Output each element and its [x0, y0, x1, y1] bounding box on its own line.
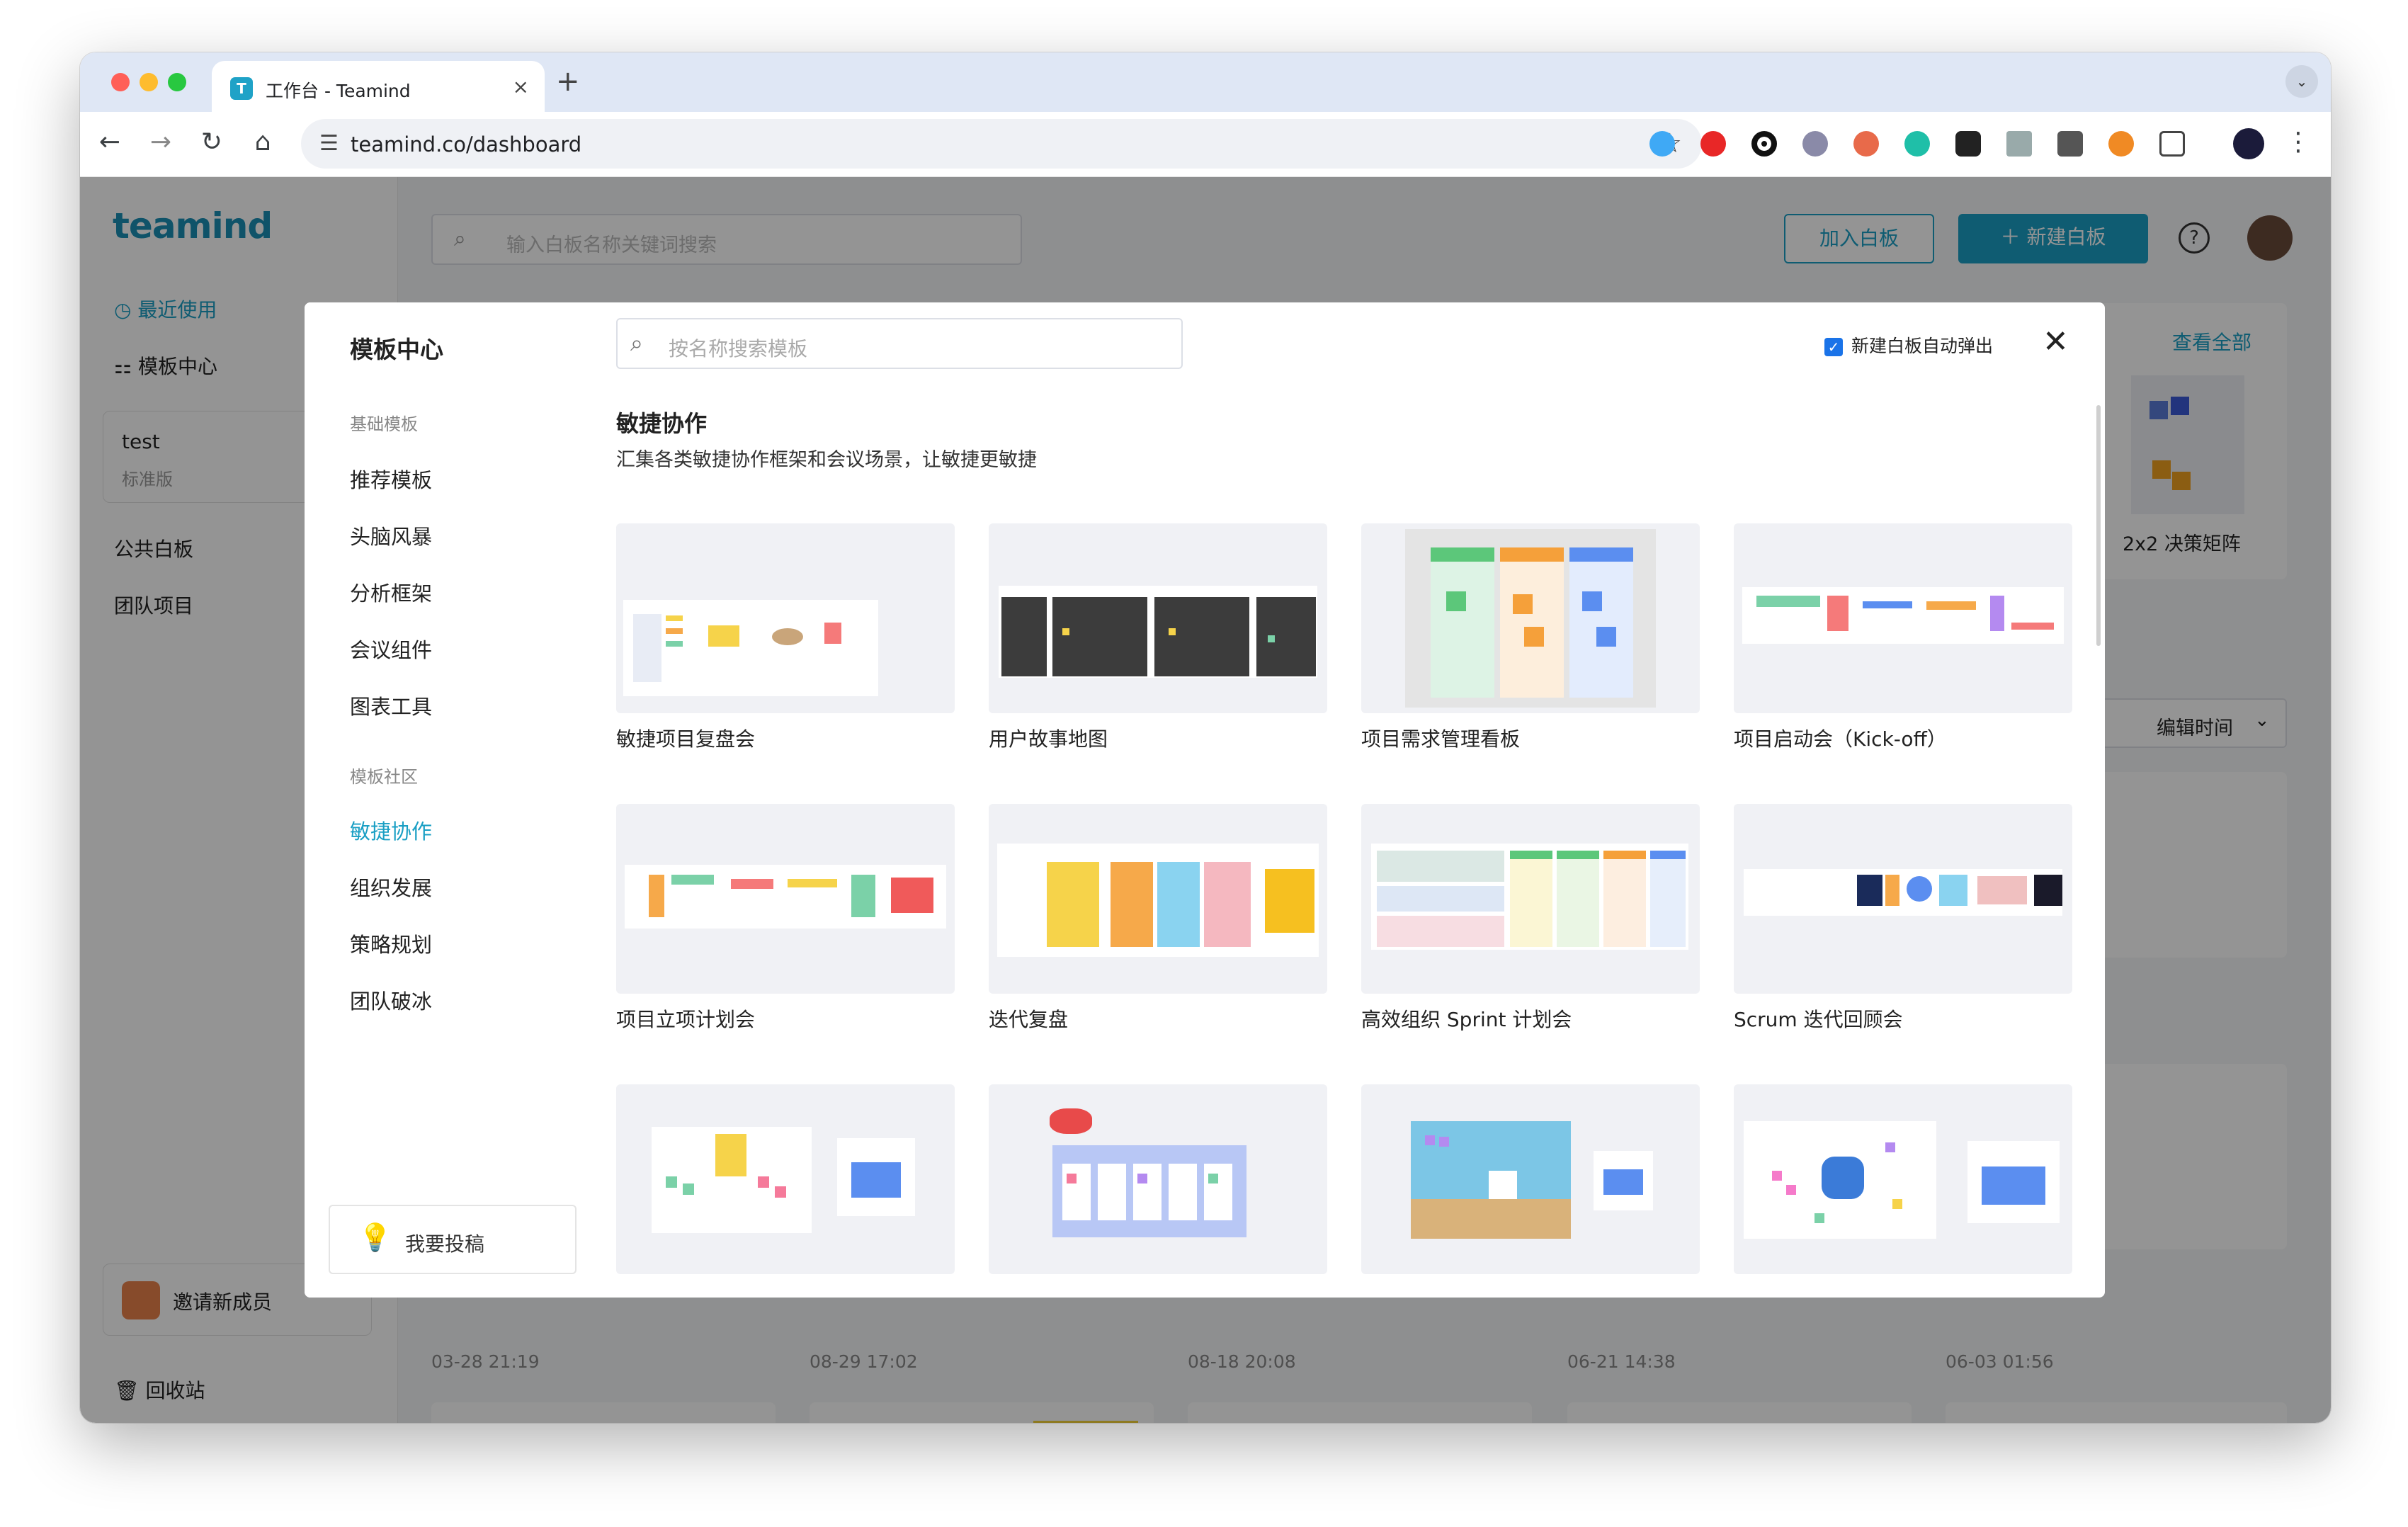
category-item-charts[interactable]: 图表工具 — [350, 691, 432, 720]
category-item-icebreak[interactable]: 团队破冰 — [350, 985, 432, 1015]
template-card[interactable] — [616, 523, 955, 713]
template-thumbnail — [1405, 529, 1656, 708]
template-card[interactable] — [1734, 523, 2072, 713]
tab-strip: T 工作台 - Teamind × + ⌄ — [80, 52, 2331, 112]
browser-toolbar: ← → ↻ ⌂ ☰ teamind.co/dashboard ☆ ⋮ — [80, 112, 2331, 177]
template-card[interactable] — [989, 804, 1327, 994]
template-card[interactable] — [1361, 1084, 1700, 1274]
home-icon[interactable]: ⌂ — [249, 127, 277, 157]
category-item-recommended[interactable]: 推荐模板 — [350, 464, 432, 494]
lightbulb-icon: 💡 — [358, 1222, 392, 1253]
search-icon: ⌕ — [630, 329, 643, 356]
template-card[interactable] — [1361, 523, 1700, 713]
template-thumbnail — [999, 586, 1317, 678]
extension-icon[interactable] — [1649, 131, 1675, 157]
tab-close-icon[interactable]: × — [513, 75, 529, 98]
reload-icon[interactable]: ↻ — [198, 127, 226, 157]
back-arrow-icon[interactable]: ← — [96, 127, 124, 157]
category-item-meeting[interactable]: 会议组件 — [350, 634, 432, 664]
template-category-sidebar: 模板中心 基础模板 推荐模板 头脑风暴 分析框架 会议组件 图表工具 模板社区 … — [305, 302, 586, 1298]
template-card[interactable] — [989, 523, 1327, 713]
template-thumbnail — [1411, 1121, 1571, 1239]
template-card[interactable] — [616, 804, 955, 994]
template-thumbnail — [623, 600, 878, 696]
category-item-brainstorm[interactable]: 头脑风暴 — [350, 521, 432, 550]
tab-title: 工作台 - Teamind — [266, 81, 411, 101]
forward-arrow-icon[interactable]: → — [147, 127, 175, 157]
minimize-window-button[interactable] — [140, 73, 158, 91]
category-description: 汇集各类敏捷协作框架和会议场景，让敏捷更敏捷 — [616, 449, 1037, 471]
template-thumbnail — [625, 865, 946, 929]
template-card[interactable] — [1734, 804, 2072, 994]
template-thumbnail — [1594, 1151, 1653, 1210]
template-thumbnail — [1742, 587, 2064, 644]
close-window-button[interactable] — [111, 73, 130, 91]
template-card[interactable] — [989, 1084, 1327, 1274]
modal-title: 模板中心 — [350, 336, 443, 363]
template-search-input[interactable]: ⌕ 按名称搜索模板 — [616, 318, 1183, 369]
template-caption: 用户故事地图 — [989, 727, 1108, 751]
template-thumbnail — [1967, 1141, 2060, 1223]
extension-icon[interactable] — [1904, 131, 1930, 157]
extension-icon[interactable] — [1700, 131, 1726, 157]
checkbox-checked-icon[interactable]: ✓ — [1824, 338, 1843, 356]
template-thumbnail — [1744, 1121, 1936, 1239]
teamind-favicon-icon: T — [230, 77, 253, 100]
url-text: teamind.co/dashboard — [351, 132, 582, 157]
extension-icon[interactable] — [2006, 131, 2032, 157]
template-caption: Scrum 迭代回顾会 — [1734, 1008, 1903, 1031]
profile-avatar-icon[interactable] — [2233, 128, 2264, 159]
template-thumbnail — [837, 1138, 915, 1216]
maximize-window-button[interactable] — [168, 73, 186, 91]
extension-icon[interactable] — [2057, 131, 2083, 157]
submit-label: 我要投稿 — [405, 1232, 485, 1256]
submit-template-button[interactable]: 💡 我要投稿 — [329, 1205, 577, 1274]
template-thumbnail — [997, 844, 1319, 957]
template-caption: 高效组织 Sprint 计划会 — [1361, 1008, 1572, 1031]
metamask-icon[interactable] — [2108, 131, 2134, 157]
template-center-modal: 模板中心 基础模板 推荐模板 头脑风暴 分析框架 会议组件 图表工具 模板社区 … — [305, 302, 2105, 1298]
extension-icon[interactable] — [1751, 131, 1777, 157]
template-card[interactable] — [616, 1084, 955, 1274]
template-caption: 项目立项计划会 — [616, 1008, 756, 1031]
extension-icon[interactable] — [1853, 131, 1879, 157]
category-item-analysis[interactable]: 分析框架 — [350, 577, 432, 607]
template-thumbnail — [1371, 844, 1688, 950]
kebab-menu-icon[interactable]: ⋮ — [2284, 127, 2312, 157]
browser-tab[interactable]: T 工作台 - Teamind × — [212, 61, 545, 112]
extensions-puzzle-icon[interactable] — [2159, 131, 2185, 157]
category-item-agile[interactable]: 敏捷协作 — [350, 815, 432, 845]
category-title: 敏捷协作 — [616, 410, 708, 437]
auto-popup-toggle[interactable]: ✓ 新建白板自动弹出 — [1824, 332, 1993, 358]
site-settings-icon[interactable]: ☰ — [319, 131, 339, 156]
modal-scrollbar[interactable] — [2096, 405, 2101, 646]
new-tab-button[interactable]: + — [556, 65, 580, 98]
template-caption: 项目需求管理看板 — [1361, 727, 1521, 751]
address-bar[interactable]: ☰ teamind.co/dashboard ☆ — [301, 119, 1702, 169]
template-caption: 敏捷项目复盘会 — [616, 727, 756, 751]
template-thumbnail — [1744, 869, 2062, 916]
template-thumbnail — [1052, 1145, 1246, 1237]
template-caption: 迭代复盘 — [989, 1008, 1069, 1031]
basic-section-label: 基础模板 — [350, 414, 418, 434]
tab-search-chevron-icon[interactable]: ⌄ — [2285, 65, 2318, 98]
template-thumbnail — [652, 1127, 812, 1233]
category-item-org-dev[interactable]: 组织发展 — [350, 872, 432, 902]
template-card[interactable] — [1734, 1084, 2072, 1274]
search-placeholder: 按名称搜索模板 — [669, 337, 808, 361]
extension-icon[interactable] — [1802, 131, 1828, 157]
auto-popup-label: 新建白板自动弹出 — [1851, 336, 1994, 356]
community-section-label: 模板社区 — [350, 767, 418, 787]
template-caption: 项目启动会（Kick-off） — [1734, 727, 1947, 751]
extension-icon[interactable] — [1955, 131, 1981, 157]
category-item-strategy[interactable]: 策略规划 — [350, 929, 432, 958]
template-card[interactable] — [1361, 804, 1700, 994]
modal-close-icon[interactable]: ✕ — [2043, 324, 2069, 360]
